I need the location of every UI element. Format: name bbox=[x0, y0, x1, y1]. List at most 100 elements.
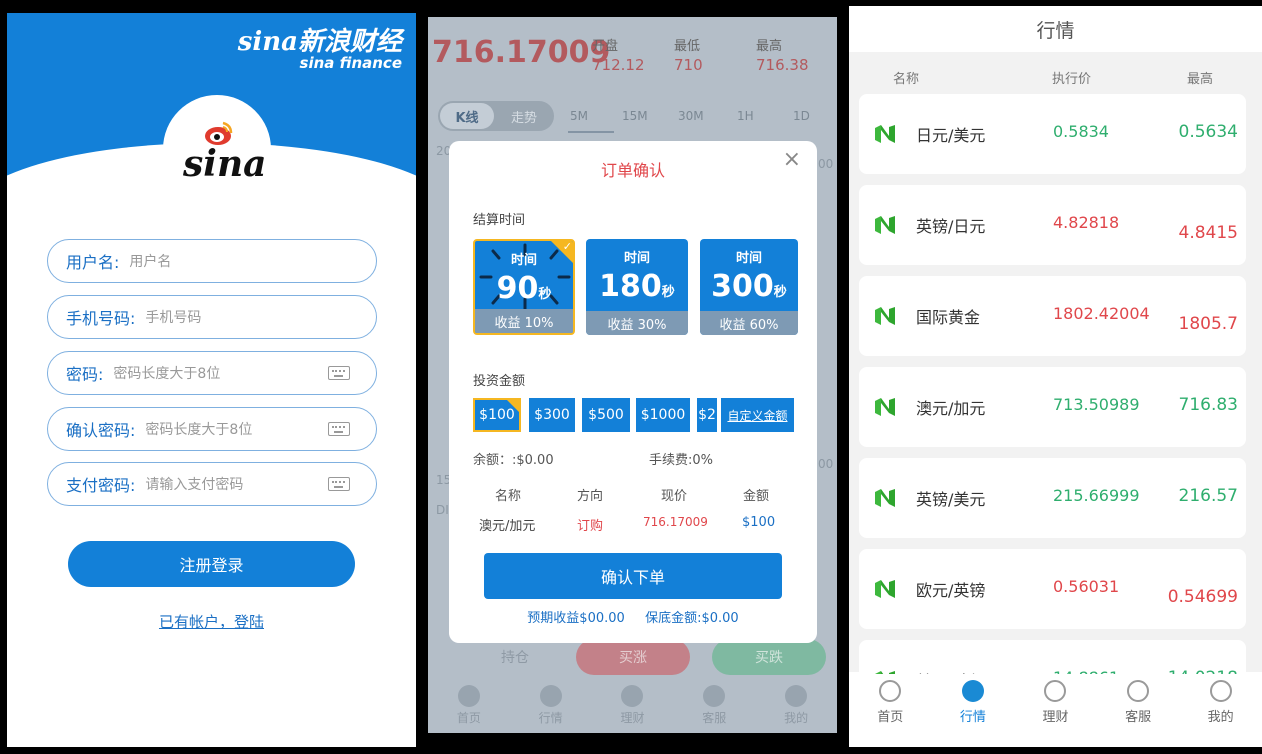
pay-password-field[interactable]: 支付密码: 请输入支付密码 bbox=[47, 462, 377, 506]
nav-mine[interactable]: 我的 bbox=[766, 681, 826, 733]
order-amount: $100 bbox=[742, 515, 776, 530]
keyboard-icon[interactable] bbox=[328, 422, 350, 436]
market-row[interactable]: 国际黄金 1802.42004 1805.7 bbox=[859, 276, 1246, 356]
home-icon bbox=[879, 680, 902, 702]
duration-card-90[interactable]: 时间 90秒 收益 10% ✓ bbox=[473, 239, 575, 335]
col-header-high: 最高 bbox=[1187, 72, 1214, 87]
product-price: 4.82818 bbox=[1053, 213, 1120, 232]
nav-label: 首页 bbox=[877, 710, 904, 725]
nav-home[interactable]: 首页 bbox=[858, 674, 922, 736]
amount-2000[interactable]: $2 bbox=[697, 398, 717, 432]
headset-icon bbox=[703, 685, 726, 707]
card-title: 时间 bbox=[735, 251, 762, 266]
nav-label: 理财 bbox=[620, 711, 645, 725]
field-placeholder: 手机号码 bbox=[145, 310, 202, 326]
col-name: 名称 bbox=[495, 489, 522, 504]
stat-label: 最高 bbox=[756, 39, 783, 54]
tab-1d[interactable]: 1D bbox=[793, 109, 810, 123]
expected-return: 预期收益$00.00 bbox=[527, 611, 625, 626]
confirm-password-field[interactable]: 确认密码: 密码长度大于8位 bbox=[47, 407, 377, 451]
custom-amount-button[interactable]: 自定义金额 bbox=[721, 398, 794, 432]
market-row[interactable]: 英镑/日元 4.82818 4.8415 bbox=[859, 185, 1246, 265]
field-label: 用户名: bbox=[66, 253, 120, 272]
field-placeholder: 密码长度大于8位 bbox=[145, 422, 253, 438]
amount-1000[interactable]: $1000 bbox=[636, 398, 690, 432]
position-button[interactable]: 持仓 bbox=[458, 639, 572, 675]
tab-5m[interactable]: 5M bbox=[570, 109, 588, 123]
confirm-order-button[interactable]: 确认下单 bbox=[484, 553, 782, 599]
order-price: 716.17009 bbox=[643, 515, 708, 529]
nav-market[interactable]: 行情 bbox=[521, 681, 581, 733]
register-login-button[interactable]: 注册登录 bbox=[68, 541, 355, 587]
buy-up-button[interactable]: 买涨 bbox=[576, 639, 690, 675]
open-stat: 开盘 712.12 bbox=[592, 35, 645, 74]
market-row[interactable]: 日元/美元 0.5834 0.5634 bbox=[859, 94, 1246, 174]
card-unit: 秒 bbox=[538, 287, 552, 302]
amount-500[interactable]: $500 bbox=[582, 398, 630, 432]
stat-value: 716.38 bbox=[756, 56, 809, 74]
buy-down-button[interactable]: 买跌 bbox=[712, 639, 826, 675]
current-price: 716.17009 bbox=[432, 35, 611, 70]
tab-15m[interactable]: 15M bbox=[622, 109, 648, 123]
duration-card-180[interactable]: 时间 180秒 收益 30% bbox=[586, 239, 688, 335]
product-price: 0.5834 bbox=[1053, 122, 1109, 141]
existing-account-login-link[interactable]: 已有帐户，登陆 bbox=[7, 611, 416, 632]
nav-market[interactable]: 行情 bbox=[941, 674, 1005, 736]
product-price: 713.50989 bbox=[1053, 395, 1140, 414]
card-unit: 秒 bbox=[661, 285, 675, 300]
col-header-price: 执行价 bbox=[1052, 72, 1092, 87]
nav-label: 行情 bbox=[538, 711, 563, 725]
product-name: 日元/美元 bbox=[916, 126, 986, 145]
username-field[interactable]: 用户名: 用户名 bbox=[47, 239, 377, 283]
tab-1h[interactable]: 1H bbox=[737, 109, 754, 123]
check-icon: ✓ bbox=[562, 240, 572, 253]
col-amount: 金额 bbox=[743, 489, 770, 504]
amount-100[interactable]: $100 bbox=[473, 398, 521, 432]
nav-finance[interactable]: 理财 bbox=[1023, 674, 1087, 736]
product-price: 1802.42004 bbox=[1053, 304, 1150, 323]
modal-title: 订单确认 bbox=[600, 161, 665, 180]
password-field[interactable]: 密码: 密码长度大于8位 bbox=[47, 351, 377, 395]
product-logo-icon bbox=[875, 307, 895, 325]
col-direction: 方向 bbox=[577, 489, 604, 504]
nav-service[interactable]: 客服 bbox=[1106, 674, 1170, 736]
chart-icon bbox=[539, 685, 562, 707]
brand-prefix: sina bbox=[237, 27, 298, 57]
product-logo-icon bbox=[875, 489, 895, 507]
tab-kline[interactable]: K线 bbox=[440, 103, 494, 129]
keyboard-icon[interactable] bbox=[328, 477, 350, 491]
nav-service[interactable]: 客服 bbox=[684, 681, 744, 733]
low-stat: 最低 710 bbox=[674, 35, 703, 74]
bottom-nav: 首页 行情 理财 客服 我的 bbox=[428, 681, 837, 733]
order-direction: 订购 bbox=[577, 519, 604, 534]
nav-label: 客服 bbox=[1125, 710, 1152, 725]
tab-30m[interactable]: 30M bbox=[678, 109, 704, 123]
nav-finance[interactable]: 理财 bbox=[602, 681, 662, 733]
nav-home[interactable]: 首页 bbox=[439, 681, 499, 733]
nav-label: 行情 bbox=[959, 710, 986, 725]
sina-logo-text: sina bbox=[183, 143, 267, 185]
product-high: 1805.7 bbox=[1178, 314, 1238, 334]
close-icon[interactable]: × bbox=[783, 147, 801, 172]
card-number: 90 bbox=[496, 271, 539, 306]
market-row[interactable]: 欧元/英镑 0.56031 0.54699 bbox=[859, 549, 1246, 629]
phone-field[interactable]: 手机号码: 手机号码 bbox=[47, 295, 377, 339]
market-row[interactable]: 英镑/美元 215.66999 216.57 bbox=[859, 458, 1246, 538]
trend-chart-icon bbox=[961, 680, 984, 702]
product-high: 716.83 bbox=[1178, 395, 1238, 415]
product-logo-icon bbox=[875, 125, 895, 143]
product-logo-icon bbox=[875, 580, 895, 598]
nav-mine[interactable]: 我的 bbox=[1189, 674, 1253, 736]
product-name: 欧元/英镑 bbox=[916, 581, 986, 600]
finance-icon bbox=[1044, 680, 1067, 702]
invest-amount-label: 投资金额 bbox=[473, 374, 526, 389]
amount-300[interactable]: $300 bbox=[529, 398, 575, 432]
nav-label: 我的 bbox=[784, 711, 809, 725]
tab-trend[interactable]: 走势 bbox=[496, 103, 552, 129]
card-return: 收益 30% bbox=[586, 311, 688, 335]
keyboard-icon[interactable] bbox=[328, 366, 350, 380]
market-row[interactable]: 澳元/加元 713.50989 716.83 bbox=[859, 367, 1246, 447]
product-price: 0.56031 bbox=[1053, 577, 1120, 596]
product-name: 英镑/日元 bbox=[916, 217, 986, 236]
duration-card-300[interactable]: 时间 300秒 收益 60% bbox=[700, 239, 798, 335]
